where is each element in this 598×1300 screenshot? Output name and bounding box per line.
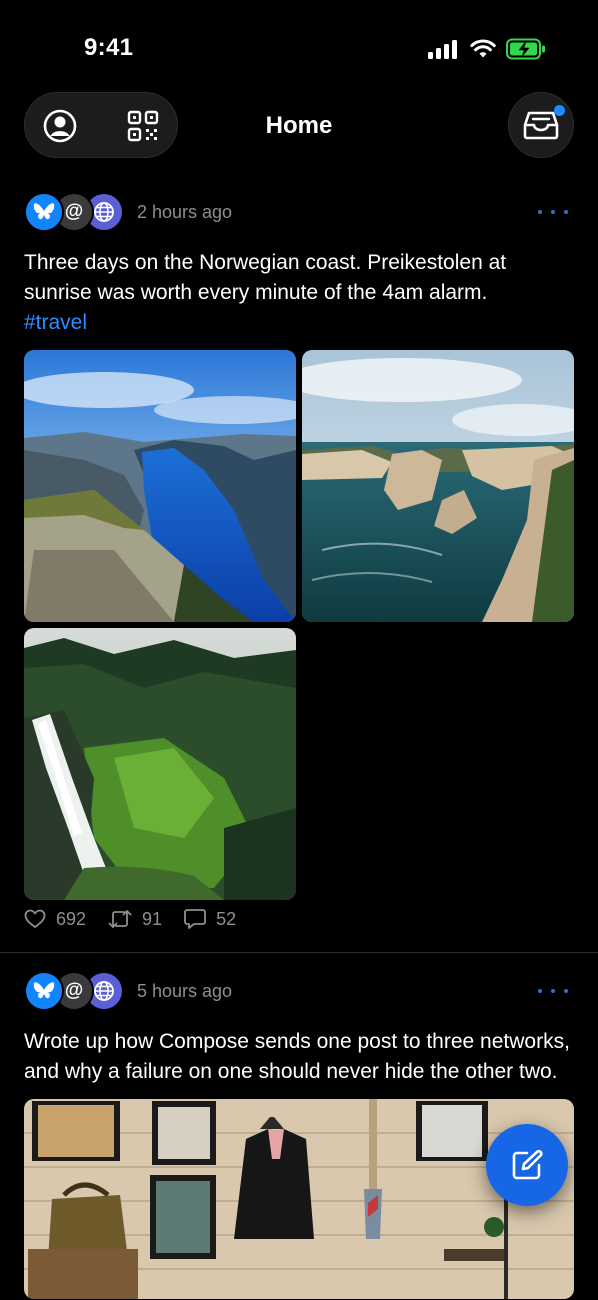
more-options-button[interactable] bbox=[538, 200, 568, 224]
unread-dot bbox=[554, 105, 565, 116]
more-options-button[interactable] bbox=[538, 979, 568, 1003]
waterfall-photo[interactable] bbox=[24, 628, 296, 900]
post-actions: 692 91 52 bbox=[24, 908, 258, 930]
post-timestamp: 5 hours ago bbox=[137, 981, 233, 1001]
inbox-icon bbox=[523, 111, 559, 140]
bluesky-icon bbox=[24, 192, 64, 232]
reply-count: 52 bbox=[216, 908, 237, 929]
wifi-icon bbox=[470, 39, 496, 58]
post-text: Wrote up how Compose sends one post to t… bbox=[0, 1027, 598, 1087]
compose-icon bbox=[512, 1149, 543, 1180]
post-header: @ 2 hours ago bbox=[0, 192, 598, 236]
top-nav: Home bbox=[0, 92, 598, 160]
signal-icon bbox=[428, 40, 457, 59]
post-header: @ 5 hours ago bbox=[0, 971, 598, 1015]
repost-icon bbox=[108, 910, 132, 928]
compose-button[interactable] bbox=[486, 1124, 568, 1206]
inbox-button[interactable] bbox=[508, 92, 574, 158]
media-grid bbox=[0, 350, 598, 910]
reply-icon bbox=[184, 909, 206, 929]
status-time: 9:41 bbox=[84, 34, 134, 61]
post-body: Wrote up how Compose sends one post to t… bbox=[24, 1030, 570, 1083]
repost-button[interactable]: 91 bbox=[108, 908, 162, 930]
bluesky-icon bbox=[24, 971, 64, 1011]
repost-count: 91 bbox=[142, 908, 163, 929]
like-button[interactable]: 692 bbox=[24, 909, 86, 930]
home-screen: 9:41 Home @ 2 hours ago Three days on th… bbox=[0, 0, 598, 1300]
sea-cliffs-photo[interactable] bbox=[302, 350, 574, 622]
battery-charging-icon bbox=[506, 38, 545, 60]
hashtag-link[interactable]: #travel bbox=[24, 311, 87, 334]
shop-interior-photo[interactable] bbox=[24, 1099, 574, 1299]
status-bar: 9:41 bbox=[0, 0, 598, 96]
heart-icon bbox=[24, 909, 46, 929]
feed-post[interactable]: @ 2 hours ago Three days on the Norwegia… bbox=[0, 192, 598, 929]
post-timestamp: 2 hours ago bbox=[137, 202, 233, 222]
post-body: Three days on the Norwegian coast. Preik… bbox=[24, 251, 507, 304]
fjord-photo[interactable] bbox=[24, 350, 296, 622]
status-icons bbox=[428, 38, 546, 60]
like-count: 692 bbox=[56, 908, 87, 929]
reply-button[interactable]: 52 bbox=[184, 908, 236, 930]
post-divider bbox=[0, 952, 598, 953]
post-text: Three days on the Norwegian coast. Preik… bbox=[0, 248, 598, 338]
